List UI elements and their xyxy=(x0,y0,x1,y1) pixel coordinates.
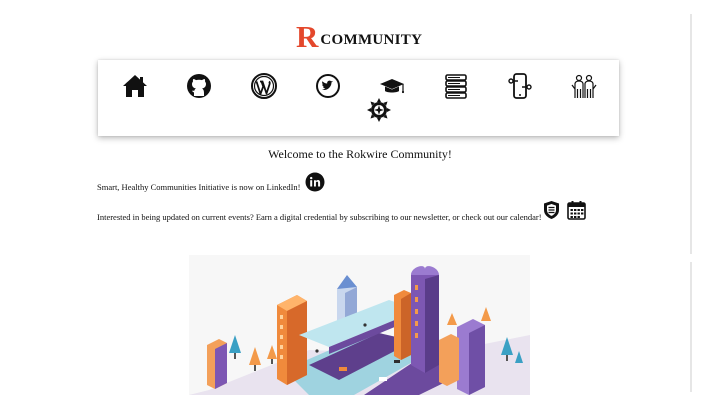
logo-word: COMMUNITY xyxy=(320,32,423,48)
calendar-icon[interactable] xyxy=(567,200,586,225)
gear-sun-icon[interactable] xyxy=(365,96,393,124)
newsletter-announcement: Interested in being updated on current e… xyxy=(97,212,542,222)
scrollbar-track-lower[interactable] xyxy=(690,262,692,392)
icon-navigation-card xyxy=(98,60,619,136)
rokwire-community-logo[interactable]: R COMMUNITY xyxy=(296,19,423,54)
credential-badge-icon[interactable] xyxy=(543,200,560,225)
welcome-heading: Welcome to the Rokwire Community! xyxy=(268,147,452,161)
city-graphic xyxy=(189,266,530,395)
twitter-icon[interactable] xyxy=(314,72,342,100)
isometric-city-illustration xyxy=(189,255,530,395)
book-stack-icon[interactable] xyxy=(442,72,470,100)
linkedin-announcement: Smart, Healthy Communities Initiative is… xyxy=(97,182,301,192)
scrollbar-track[interactable] xyxy=(690,14,692,254)
wordpress-icon[interactable] xyxy=(250,72,278,100)
linkedin-icon[interactable] xyxy=(305,172,325,197)
home-icon[interactable] xyxy=(121,72,149,100)
github-icon[interactable] xyxy=(185,72,213,100)
community-people-icon[interactable] xyxy=(570,72,598,100)
mobile-app-icon[interactable] xyxy=(506,72,534,100)
logo-letter: R xyxy=(296,19,319,54)
